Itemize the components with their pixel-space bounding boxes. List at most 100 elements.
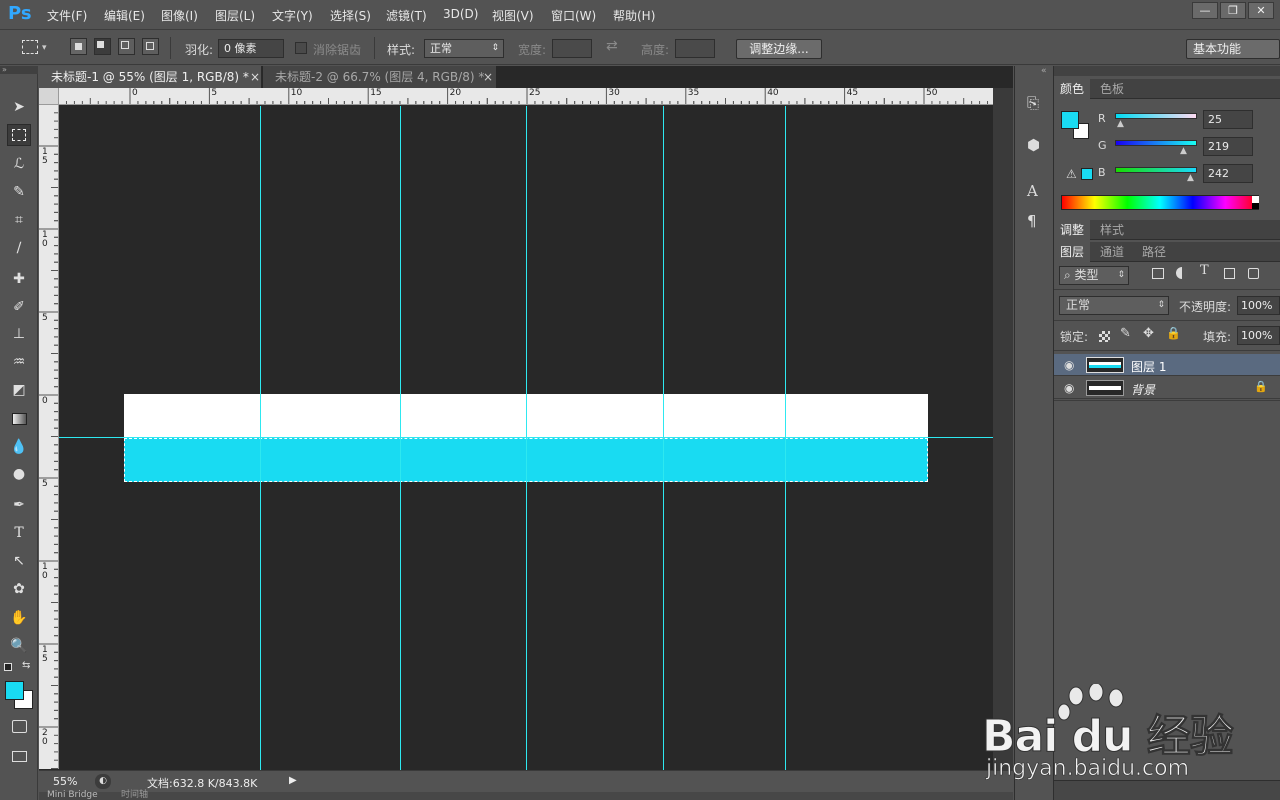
gradient-tool-icon[interactable] (7, 408, 31, 430)
close-icon[interactable]: × (250, 66, 260, 88)
guide-vertical[interactable] (526, 106, 527, 770)
doc-tab-2[interactable]: 未标题-2 @ 66.7% (图层 4, RGB/8) * × (263, 66, 496, 88)
guide-vertical[interactable] (260, 106, 261, 770)
filter-type-icon[interactable]: T (1200, 263, 1209, 278)
menu-3d[interactable]: 3D(D) (443, 7, 478, 21)
3d-icon[interactable]: ⬢ (1027, 136, 1040, 154)
menu-edit[interactable]: 编辑(E) (104, 7, 145, 24)
move-tool-icon[interactable]: ➤ (7, 96, 31, 118)
guide-horizontal[interactable] (59, 437, 993, 438)
eye-icon[interactable]: ◉ (1064, 381, 1074, 395)
minimize-button[interactable]: — (1192, 2, 1218, 19)
refine-edge-button[interactable]: 调整边缘... (736, 39, 822, 59)
lock-position-icon[interactable]: ✥ (1143, 326, 1154, 341)
paragraph-icon[interactable]: ¶ (1027, 212, 1037, 230)
menu-type[interactable]: 文字(Y) (272, 7, 313, 24)
collapse-icon[interactable]: « (1041, 66, 1047, 76)
eyedropper-tool-icon[interactable]: ∕ (7, 237, 31, 259)
type-tool-icon[interactable]: T (7, 522, 31, 544)
channel-g-value[interactable]: 219 (1203, 137, 1253, 156)
hand-tool-icon[interactable]: ✋ (7, 607, 31, 629)
close-icon[interactable]: × (483, 66, 493, 88)
layer-name[interactable]: 背景 (1131, 381, 1155, 398)
height-input[interactable] (675, 39, 715, 58)
close-button[interactable]: ✕ (1248, 2, 1274, 19)
healing-brush-tool-icon[interactable]: ✚ (7, 268, 31, 290)
zoom-tool-icon[interactable]: 🔍 (7, 635, 31, 657)
character-icon[interactable]: A (1027, 182, 1038, 200)
foreground-color-swatch[interactable] (5, 681, 24, 700)
slider-thumb[interactable]: ▲ (1187, 173, 1194, 183)
tab-color[interactable]: 颜色 (1054, 79, 1091, 99)
intersect-selection-icon[interactable] (142, 38, 159, 55)
menu-select[interactable]: 选择(S) (330, 7, 371, 24)
layer-filter-select[interactable]: ⌕ 类型 ⇕ (1059, 266, 1129, 285)
antialias-checkbox[interactable] (295, 42, 307, 54)
filter-smartobject-icon[interactable] (1248, 268, 1259, 279)
color-spectrum[interactable] (1061, 195, 1259, 210)
swap-icon[interactable]: ⇄ (606, 38, 618, 54)
play-icon[interactable]: ▶ (289, 775, 297, 786)
chevron-down-icon[interactable]: ▾ (42, 43, 47, 53)
channel-b-slider[interactable] (1115, 167, 1197, 173)
tab-styles[interactable]: 样式 (1094, 220, 1130, 240)
zoom-level[interactable]: 55% (53, 775, 77, 788)
clone-stamp-tool-icon[interactable]: ⊥ (7, 323, 31, 345)
marquee-tool-icon[interactable] (7, 124, 31, 146)
tab-adjustments[interactable]: 调整 (1054, 220, 1091, 240)
eraser-tool-icon[interactable]: ◩ (7, 379, 31, 401)
ruler-origin[interactable] (39, 88, 59, 105)
width-input[interactable] (552, 39, 592, 58)
lock-all-icon[interactable]: 🔒 (1166, 326, 1181, 340)
filter-shape-icon[interactable] (1224, 268, 1235, 279)
brush-tool-icon[interactable]: ✐ (7, 296, 31, 318)
opacity-input[interactable]: 100% (1237, 296, 1280, 315)
guide-vertical[interactable] (663, 106, 664, 770)
lasso-tool-icon[interactable]: ℒ (7, 153, 31, 175)
history-icon[interactable]: ⎘ (1027, 94, 1039, 112)
guide-vertical[interactable] (400, 106, 401, 770)
tab-swatches[interactable]: 色板 (1094, 79, 1130, 99)
restore-button[interactable]: ❐ (1220, 2, 1246, 19)
lock-pixels-icon[interactable]: ✎ (1120, 326, 1131, 341)
tab-paths[interactable]: 路径 (1136, 242, 1172, 262)
fill-input[interactable]: 100% (1237, 326, 1280, 345)
menu-view[interactable]: 视图(V) (492, 7, 534, 24)
swap-colors-icon[interactable]: ⇆ (22, 660, 30, 671)
quick-mask-icon[interactable] (7, 716, 31, 738)
doc-tab-1[interactable]: 未标题-1 @ 55% (图层 1, RGB/8) * × (39, 66, 262, 88)
tab-layers[interactable]: 图层 (1054, 242, 1091, 262)
blur-tool-icon[interactable]: 💧 (7, 436, 31, 458)
spectrum-white[interactable] (1252, 196, 1259, 203)
slider-thumb[interactable]: ▲ (1117, 119, 1124, 129)
layer-row[interactable]: ◉ 背景 🔒 (1054, 377, 1280, 399)
menu-file[interactable]: 文件(F) (47, 7, 87, 24)
menu-layer[interactable]: 图层(L) (215, 7, 255, 24)
guide-vertical[interactable] (785, 106, 786, 770)
horizontal-ruler[interactable]: 0 5 10 15 20 25 30 35 40 45 50 (59, 88, 993, 105)
gamut-swatch[interactable] (1081, 168, 1093, 180)
workspace-select[interactable]: 基本功能 (1186, 39, 1280, 59)
menu-filter[interactable]: 滤镜(T) (386, 7, 427, 24)
channel-r-slider[interactable] (1115, 113, 1197, 119)
screen-mode-icon[interactable] (7, 746, 31, 768)
dodge-tool-icon[interactable]: ● (7, 463, 31, 485)
channel-b-value[interactable]: 242 (1203, 164, 1253, 183)
timeline-tab[interactable]: 时间轴 (121, 790, 148, 800)
mini-bridge-tab[interactable]: Mini Bridge (47, 790, 98, 800)
foreground-color-swatch[interactable] (1061, 111, 1079, 129)
pen-tool-icon[interactable]: ✒ (7, 494, 31, 516)
filter-pixel-icon[interactable] (1152, 268, 1164, 279)
crop-tool-icon[interactable]: ⌗ (7, 209, 31, 231)
layer-row[interactable]: ◉ 图层 1 (1054, 354, 1280, 376)
shape-tool-icon[interactable]: ✿ (7, 578, 31, 600)
default-colors-icon[interactable] (4, 663, 12, 671)
path-select-tool-icon[interactable]: ↖ (7, 550, 31, 572)
eye-icon[interactable]: ◉ (1064, 358, 1074, 372)
slider-thumb[interactable]: ▲ (1180, 146, 1187, 156)
channel-r-value[interactable]: 25 (1203, 110, 1253, 129)
spectrum-black[interactable] (1252, 203, 1259, 209)
feather-input[interactable]: 0 像素 (218, 39, 284, 58)
menu-help[interactable]: 帮助(H) (613, 7, 655, 24)
subtract-selection-icon[interactable] (118, 38, 135, 55)
